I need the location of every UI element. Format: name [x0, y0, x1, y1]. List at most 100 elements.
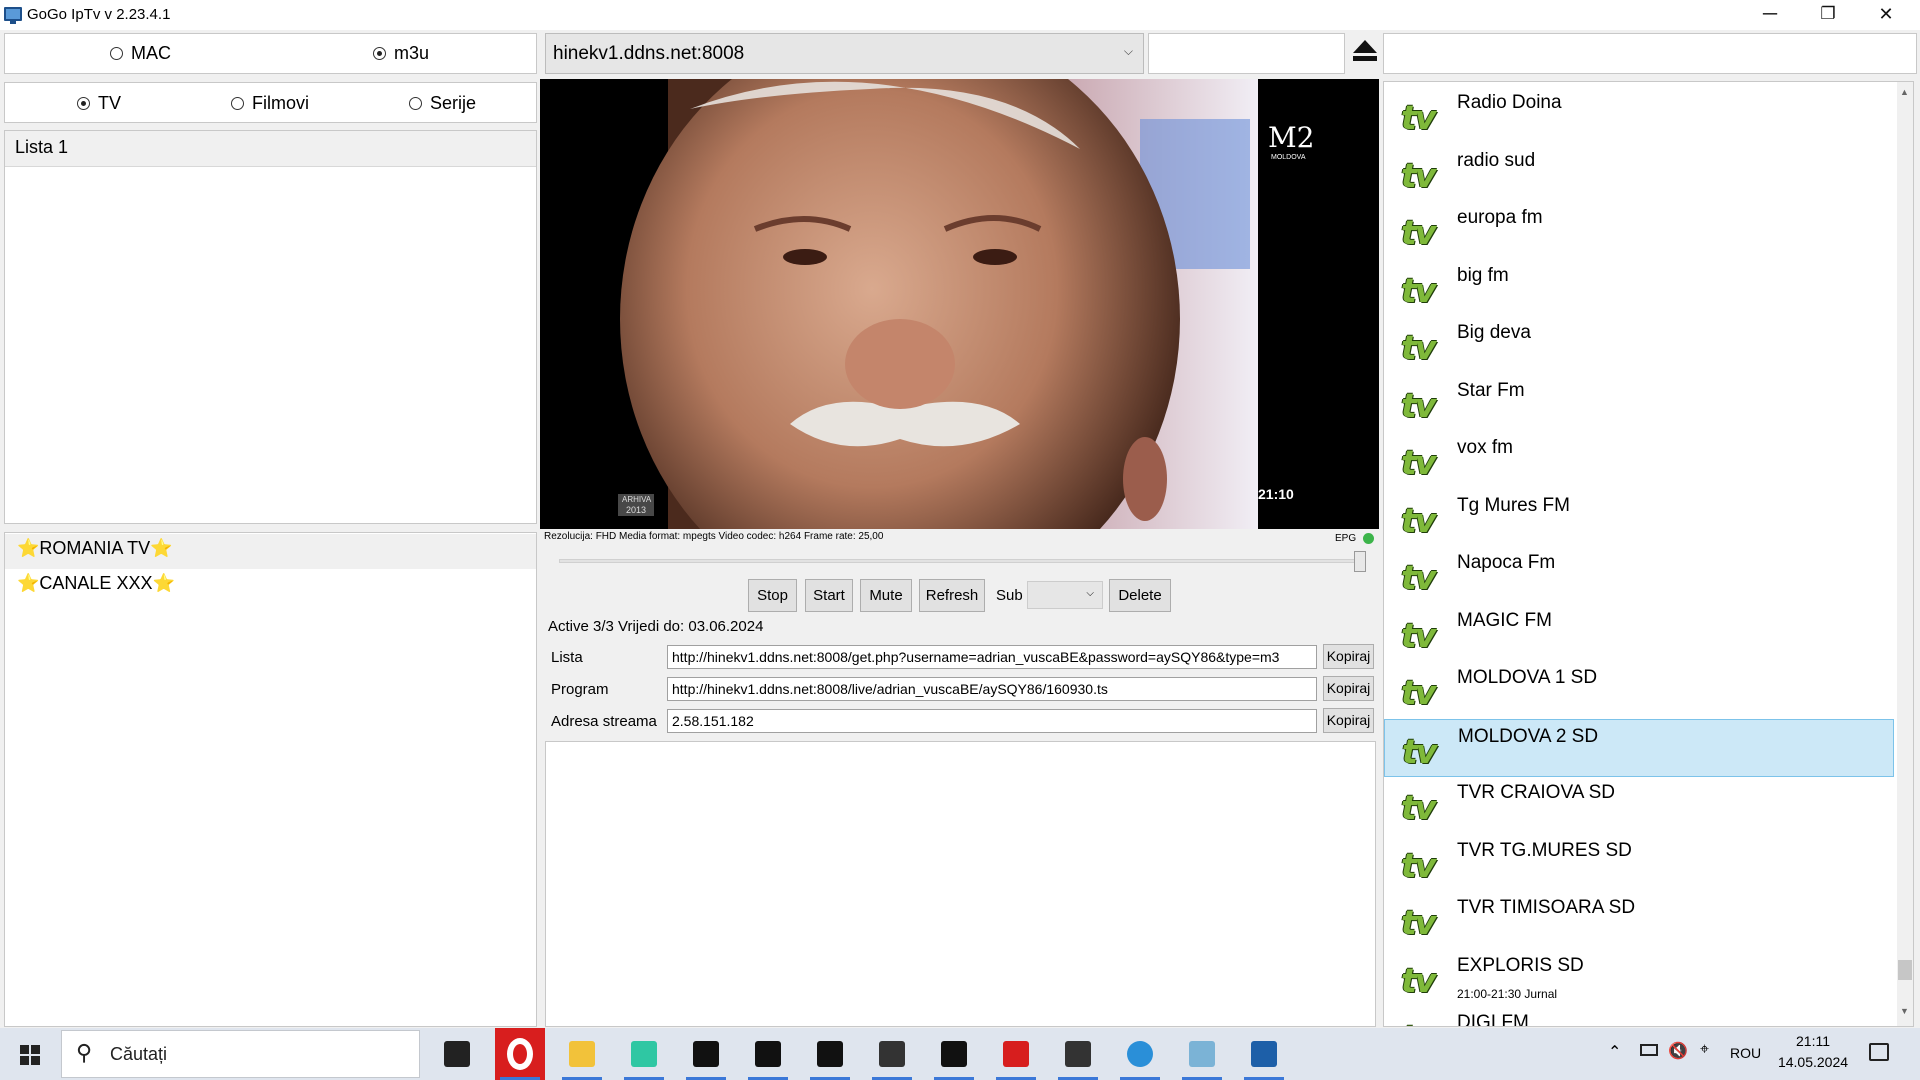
spy-icon[interactable] — [800, 1028, 860, 1080]
channel-item[interactable]: tv TVR CRAIOVA SD — [1384, 776, 1894, 834]
chevron-up-icon[interactable]: ⌃ — [1608, 1042, 1621, 1062]
channel-item[interactable]: tv MOLDOVA 2 SD — [1384, 718, 1894, 777]
serije-radio[interactable]: Serije — [409, 93, 476, 114]
task-view-icon[interactable] — [427, 1028, 487, 1080]
filmovi-radio[interactable]: Filmovi — [231, 93, 309, 114]
channel-item[interactable]: tv europa fm — [1384, 201, 1894, 259]
channel-name: Star Fm — [1457, 379, 1525, 401]
copy-lista-button[interactable]: Kopiraj — [1323, 644, 1374, 669]
lista-url-field[interactable]: http://hinekv1.ddns.net:8008/get.php?use… — [667, 645, 1317, 669]
scroll-down-icon[interactable]: ▼ — [1900, 1006, 1909, 1016]
mute-button[interactable]: Mute — [860, 579, 912, 612]
channel-scrollbar[interactable]: ▲ ▼ — [1897, 82, 1913, 1026]
tv-radio-label: TV — [98, 93, 122, 113]
stop-button[interactable]: Stop — [748, 579, 797, 612]
category-item[interactable]: ⭐ROMANIA TV⭐ — [5, 534, 536, 569]
channel-item[interactable]: tv vox fm — [1384, 431, 1894, 489]
spy-icon[interactable] — [738, 1028, 798, 1080]
channel-item[interactable]: tv radio sud — [1384, 144, 1894, 202]
tv-radio[interactable]: TV — [77, 93, 121, 114]
stream-address-field[interactable]: 2.58.151.182 — [667, 709, 1317, 733]
input-language[interactable]: ROU — [1730, 1045, 1761, 1061]
server-combobox[interactable]: hinekv1.ddns.net:8008 ⌵ — [545, 33, 1144, 74]
radio-circle-icon — [231, 97, 244, 110]
sub-label: Sub — [996, 587, 1023, 604]
scroll-up-icon[interactable]: ▲ — [1900, 87, 1909, 97]
clock-time[interactable]: 21:11 — [1777, 1033, 1849, 1049]
file-explorer-icon[interactable] — [552, 1028, 612, 1080]
extra-input[interactable] — [1148, 33, 1345, 74]
epg-text-area[interactable] — [545, 741, 1376, 1027]
network-globe-icon[interactable] — [1110, 1028, 1170, 1080]
epg-status-indicator — [1363, 533, 1374, 544]
minimize-button[interactable]: ─ — [1741, 0, 1799, 30]
search-input[interactable] — [1383, 33, 1917, 74]
terminal-icon[interactable] — [924, 1028, 984, 1080]
mac-radio[interactable]: MAC — [110, 43, 171, 64]
epg-label: EPG — [1335, 533, 1357, 544]
notifications-icon[interactable] — [1869, 1043, 1889, 1061]
channel-name: MAGIC FM — [1457, 609, 1552, 631]
subtitle-select[interactable]: ⌵ — [1027, 581, 1103, 609]
channel-item[interactable]: tv Tg Mures FM — [1384, 489, 1894, 547]
content-type-group: TV Filmovi Serije — [4, 82, 537, 123]
clock-date[interactable]: 14.05.2024 — [1777, 1054, 1849, 1070]
account-status: Active 3/3 Vrijedi do: 03.06.2024 — [548, 618, 764, 635]
channel-list[interactable]: tv Radio Doina tv radio sud tv europa fm tv big… — [1383, 81, 1914, 1027]
delete-button[interactable]: Delete — [1109, 579, 1171, 612]
channel-epg-now: 21:00-21:30 Jurnal — [1457, 986, 1558, 1001]
channel-name: MOLDOVA 1 SD — [1457, 667, 1598, 688]
media-player-icon[interactable] — [986, 1028, 1046, 1080]
close-button[interactable]: ✕ — [1857, 0, 1915, 30]
channel-name: Napoca Fm — [1457, 552, 1556, 573]
archive-badge-top: ARHIVA — [622, 495, 652, 504]
playlist-item[interactable]: Lista 1 — [5, 131, 536, 167]
agent-icon[interactable] — [1048, 1028, 1108, 1080]
playlist-list[interactable]: Lista 1 — [4, 130, 537, 524]
channel-item[interactable]: tv Radio Doina — [1384, 86, 1894, 144]
speaker-muted-icon[interactable]: 🔇 — [1668, 1041, 1688, 1061]
monitor-icon[interactable] — [1234, 1028, 1294, 1080]
channel-item[interactable]: tv Big deva — [1384, 316, 1894, 374]
taskbar-search-placeholder: Căutați — [110, 1044, 168, 1064]
channel-item[interactable]: tv TVR TG.MURES SD — [1384, 834, 1894, 892]
category-item[interactable]: ⭐CANALE XXX⭐ — [5, 569, 536, 604]
tv-channel-icon: tv — [1402, 731, 1437, 771]
radio-circle-icon — [77, 97, 90, 110]
copy-stream-address-button[interactable]: Kopiraj — [1323, 708, 1374, 733]
restore-button[interactable]: ❐ — [1799, 0, 1857, 30]
spy-icon[interactable] — [676, 1028, 736, 1080]
wifi-icon[interactable]: ⌖ — [1700, 1041, 1709, 1059]
channel-item[interactable]: tv Star Fm — [1384, 374, 1894, 432]
channel-item[interactable]: tv big fm — [1384, 259, 1894, 317]
snip-tool-icon[interactable] — [614, 1028, 674, 1080]
copy-program-button[interactable]: Kopiraj — [1323, 676, 1374, 701]
taskbar-search-box[interactable]: ⚲ Căutați — [61, 1030, 420, 1078]
channel-name: TVR CRAIOVA SD — [1457, 782, 1616, 803]
battery-icon[interactable] — [1640, 1044, 1658, 1056]
agent-icon[interactable] — [862, 1028, 922, 1080]
channel-item[interactable]: tv MAGIC FM — [1384, 604, 1894, 662]
scrollbar-thumb[interactable] — [1898, 960, 1912, 980]
tv-channel-icon: tv — [1401, 1020, 1447, 1027]
refresh-button[interactable]: Refresh — [919, 579, 985, 612]
channel-item[interactable]: tv EXPLORIS SD 21:00-21:30 Jurnal — [1384, 949, 1894, 1007]
opera-icon[interactable] — [490, 1028, 550, 1080]
tv-channel-icon: tv — [1401, 385, 1436, 425]
start-button[interactable]: Start — [805, 579, 853, 612]
tv-channel-icon: tv — [1401, 155, 1436, 195]
notes-icon[interactable] — [1172, 1028, 1232, 1080]
channel-item[interactable]: tv TVR TIMISOARA SD — [1384, 891, 1894, 949]
filmovi-radio-label: Filmovi — [252, 93, 309, 113]
video-player[interactable]: M2 MOLDOVA ARHIVA 2013 21:10 — [540, 79, 1379, 529]
channel-item[interactable]: tv DIGI FM — [1384, 1006, 1894, 1027]
channel-item[interactable]: tv Napoca Fm — [1384, 546, 1894, 604]
channel-item[interactable]: tv MOLDOVA 1 SD — [1384, 661, 1894, 719]
m3u-radio[interactable]: m3u — [373, 43, 429, 64]
category-list[interactable]: ⭐ROMANIA TV⭐ ⭐CANALE XXX⭐ — [4, 532, 537, 1027]
eject-icon[interactable] — [1352, 40, 1378, 66]
volume-slider-track[interactable] — [559, 559, 1357, 563]
volume-slider-thumb[interactable] — [1354, 551, 1366, 572]
program-url-field[interactable]: http://hinekv1.ddns.net:8008/live/adrian… — [667, 677, 1317, 701]
windows-start-icon[interactable] — [20, 1045, 40, 1065]
